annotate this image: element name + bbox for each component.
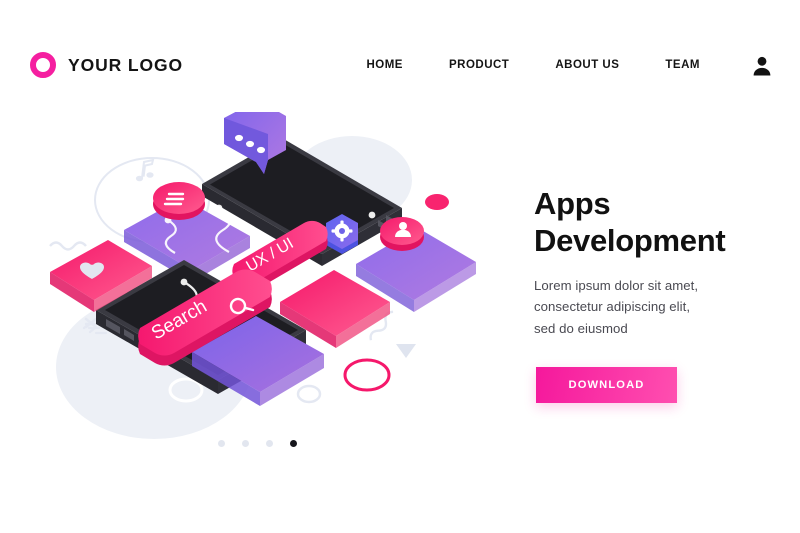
main-navigation: HOME PRODUCT ABOUT US TEAM [366,55,772,76]
hero-text-block: Apps Development Lorem ipsum dolor sit a… [534,186,780,339]
isometric-apps-development-illustration: UX / UI Search [34,112,504,462]
nav-item-product[interactable]: PRODUCT [449,59,509,71]
hero-paragraph-line-3: sed do eiusmod [534,320,628,336]
download-button[interactable]: DOWNLOAD [536,367,677,403]
page-title: Apps Development [534,186,780,260]
menu-lines-icon [153,182,205,220]
page-title-line-1: Apps [534,186,611,221]
hero-paragraph-line-1: Lorem ipsum dolor sit amet, [534,277,699,293]
nav-item-home[interactable]: HOME [366,59,403,71]
page-title-line-2: Development [534,222,726,258]
nav-item-about-us[interactable]: ABOUT US [555,59,619,71]
ring-logo-icon [30,52,56,78]
site-header: YOUR LOGO HOME PRODUCT ABOUT US TEAM [0,0,800,130]
brand-logo[interactable]: YOUR LOGO [30,52,183,78]
hero-paragraph: Lorem ipsum dolor sit amet, consectetur … [534,275,780,339]
landing-page: YOUR LOGO HOME PRODUCT ABOUT US TEAM App… [0,0,800,533]
brand-name: YOUR LOGO [68,54,184,75]
music-note-icon [135,158,155,182]
user-avatar-icon[interactable] [752,55,772,76]
user-profile-icon [380,217,424,251]
hero-paragraph-line-2: consectetur adipiscing elit, [534,299,691,315]
nav-item-team[interactable]: TEAM [665,59,700,71]
